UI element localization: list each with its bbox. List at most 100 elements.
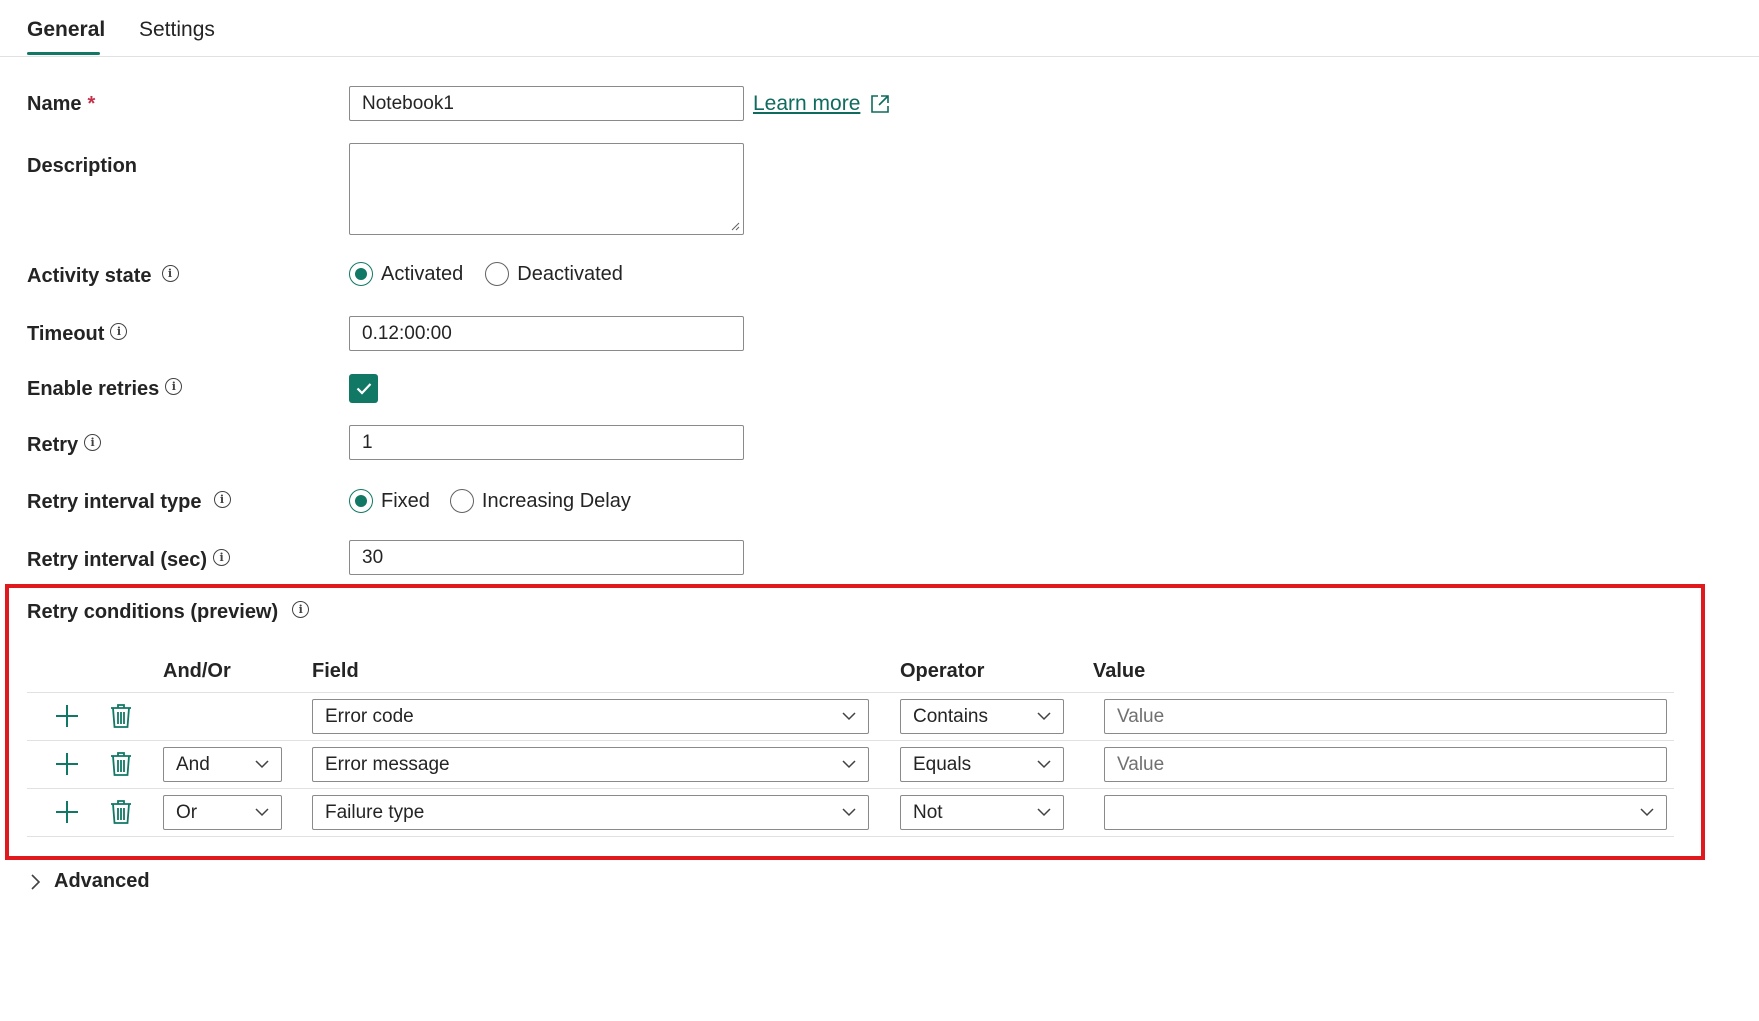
retry-interval-sec-label: Retry interval (sec) (27, 549, 208, 571)
description-label: Description (27, 155, 138, 177)
delete-icon[interactable] (106, 749, 136, 779)
retry-interval-type-label: Retry interval type (27, 491, 202, 513)
chevron-down-icon (1037, 712, 1051, 721)
andor-select[interactable]: Or (163, 795, 282, 830)
info-icon[interactable]: i (165, 378, 183, 395)
retry-conditions-title-row: Retry conditions (preview) i (27, 601, 310, 624)
andor-select-value: And (176, 753, 210, 775)
retry-conditions-title: Retry conditions (preview) (27, 601, 279, 623)
divider (27, 788, 1674, 789)
divider (27, 836, 1674, 837)
radio-deactivated-label: Deactivated (517, 262, 623, 285)
activity-state-label-row: Activity state i (27, 265, 179, 288)
required-mark: * (87, 93, 96, 115)
activity-state-label: Activity state (27, 265, 152, 287)
add-icon[interactable] (52, 749, 82, 779)
active-tab-indicator (27, 52, 100, 55)
learn-more-text[interactable]: Learn more (753, 92, 860, 116)
field-select[interactable]: Error code (312, 699, 869, 734)
retry-interval-sec-input[interactable]: 30 (349, 540, 744, 575)
advanced-expander[interactable]: Advanced (30, 870, 150, 893)
radio-unchecked-icon (485, 262, 510, 286)
timeout-label: Timeout (27, 323, 105, 345)
header-field: Field (312, 660, 359, 682)
field-select[interactable]: Error message (312, 747, 869, 782)
tab-bar: General Settings (0, 0, 1759, 57)
delete-icon[interactable] (106, 797, 136, 827)
header-value: Value (1093, 660, 1146, 682)
retry-input[interactable]: 1 (349, 425, 744, 460)
field-select-value: Error message (325, 753, 450, 775)
chevron-down-icon (1037, 808, 1051, 817)
operator-select[interactable]: Contains (900, 699, 1064, 734)
header-operator: Operator (900, 660, 985, 682)
operator-select-value: Not (913, 801, 943, 823)
retry-interval-sec-label-row: Retry interval (sec) i (27, 549, 231, 572)
resize-handle-icon[interactable] (730, 221, 740, 231)
tab-settings[interactable]: Settings (139, 18, 215, 42)
info-icon[interactable]: i (84, 434, 102, 451)
header-andor: And/Or (163, 660, 231, 682)
retry-interval-type-label-row: Retry interval type i (27, 491, 231, 514)
enable-retries-checkbox[interactable] (349, 374, 378, 403)
activity-state-radio-group: Activated Deactivated (349, 262, 645, 286)
learn-more-link[interactable]: Learn more (753, 92, 890, 116)
info-icon[interactable]: i (110, 323, 128, 340)
info-icon[interactable]: i (213, 491, 231, 508)
timeout-label-row: Timeout i (27, 323, 128, 346)
tab-general[interactable]: General (27, 18, 105, 42)
add-icon[interactable] (52, 797, 82, 827)
add-icon[interactable] (52, 701, 82, 731)
value-input[interactable]: Value (1104, 747, 1667, 782)
chevron-down-icon (255, 808, 269, 817)
operator-select-value: Equals (913, 753, 972, 775)
advanced-label: Advanced (54, 870, 150, 892)
field-select-value: Failure type (325, 801, 425, 823)
description-label-row: Description (27, 155, 137, 178)
enable-retries-label-row: Enable retries i (27, 378, 183, 401)
field-select[interactable]: Failure type (312, 795, 869, 830)
radio-fixed-label: Fixed (381, 489, 430, 512)
info-icon[interactable]: i (161, 265, 179, 282)
radio-increasing-delay-label: Increasing Delay (481, 489, 631, 512)
enable-retries-label: Enable retries (27, 378, 160, 400)
chevron-down-icon (255, 760, 269, 769)
name-label-row: Name * (27, 93, 95, 116)
radio-checked-icon (349, 262, 373, 286)
retry-label-row: Retry i (27, 434, 102, 457)
retry-label: Retry (27, 434, 79, 456)
description-textarea[interactable] (349, 143, 744, 235)
operator-select-value: Contains (913, 705, 988, 727)
chevron-down-icon (842, 712, 856, 721)
radio-activated-label: Activated (381, 262, 464, 285)
andor-select[interactable]: And (163, 747, 282, 782)
name-input[interactable]: Notebook1 (349, 86, 744, 121)
divider (27, 740, 1674, 741)
radio-increasing-delay[interactable]: Increasing Delay (449, 489, 631, 513)
timeout-input[interactable]: 0.12:00:00 (349, 316, 744, 351)
value-select[interactable] (1104, 795, 1667, 830)
chevron-down-icon (1037, 760, 1051, 769)
retry-interval-type-radio-group: Fixed Increasing Delay (349, 489, 653, 513)
field-select-value: Error code (325, 705, 414, 727)
divider (27, 692, 1674, 693)
chevron-down-icon (1640, 808, 1654, 817)
info-icon[interactable]: i (213, 549, 231, 566)
operator-select[interactable]: Not (900, 795, 1064, 830)
andor-select-value: Or (176, 801, 198, 823)
checkmark-icon (356, 383, 371, 395)
radio-fixed[interactable]: Fixed (349, 489, 430, 513)
chevron-down-icon (842, 760, 856, 769)
delete-icon[interactable] (106, 701, 136, 731)
radio-unchecked-icon (449, 489, 474, 513)
radio-checked-icon (349, 489, 373, 513)
external-link-icon (871, 95, 890, 113)
operator-select[interactable]: Equals (900, 747, 1064, 782)
chevron-down-icon (842, 808, 856, 817)
name-label: Name (27, 93, 82, 115)
info-icon[interactable]: i (292, 601, 310, 618)
radio-deactivated[interactable]: Deactivated (485, 262, 623, 286)
value-input[interactable]: Value (1104, 699, 1667, 734)
chevron-right-icon (31, 873, 40, 890)
radio-activated[interactable]: Activated (349, 262, 463, 286)
